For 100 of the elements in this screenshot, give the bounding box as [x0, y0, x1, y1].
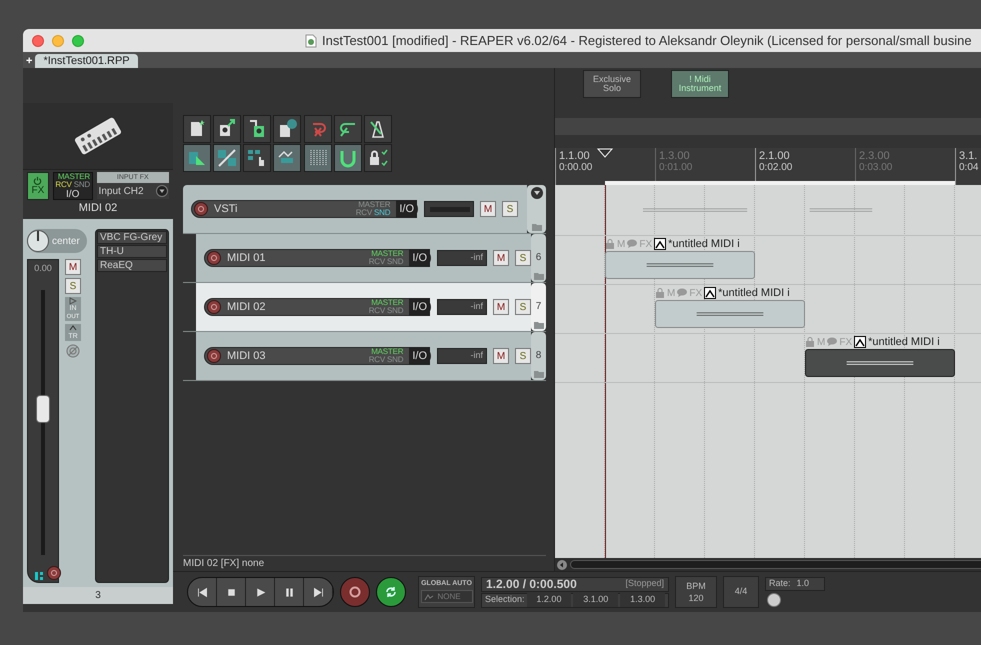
envelope-icon[interactable] [654, 238, 666, 250]
bar-label: 2.1.00 [759, 150, 790, 162]
new-tab-button[interactable]: + [23, 54, 36, 68]
rate-display[interactable]: Rate: 1.0 [765, 577, 825, 591]
routing-label: RCV [368, 307, 386, 315]
playhead-marker[interactable] [597, 148, 613, 158]
project-tab[interactable]: *InstTest001.RPP [35, 54, 138, 68]
scroll-left-icon[interactable] [557, 560, 567, 570]
time-label: 0:04 [959, 162, 978, 174]
mute-button[interactable]: M [480, 201, 496, 217]
volume-reading: 0.00 [34, 262, 52, 275]
lock-icon[interactable] [605, 239, 615, 249]
solo-button[interactable]: S [515, 299, 531, 315]
toolbar-button[interactable] [183, 144, 211, 172]
collapse-icon[interactable] [530, 187, 542, 199]
track-name[interactable]: VSTi [214, 200, 350, 218]
track-meter [424, 201, 474, 217]
play-state: [Stopped] [625, 577, 664, 590]
track-name[interactable]: MIDI 02 [227, 298, 363, 316]
envelope-icon[interactable] [704, 287, 716, 299]
rate-knob[interactable] [767, 593, 781, 607]
track-name[interactable]: MIDI 01 [227, 250, 363, 266]
solo-button[interactable]: S [502, 201, 518, 217]
repeat-button[interactable] [376, 577, 406, 607]
routing-label: MASTER [371, 348, 404, 356]
io-button[interactable]: I/O [409, 249, 430, 267]
meter-icon [35, 572, 43, 580]
mute-button[interactable]: M [493, 348, 509, 364]
routing-label: MASTER [58, 173, 90, 181]
track-panel[interactable]: MIDI 02 MASTER RCV SND I/O -inf M S [196, 283, 531, 331]
io-button[interactable]: I/O [409, 347, 430, 365]
time-signature-button[interactable]: 4/4 [723, 576, 759, 608]
track-name[interactable]: MIDI 03 [227, 348, 363, 364]
toolbar-button[interactable] [334, 115, 362, 143]
fader-thumb[interactable] [36, 394, 50, 423]
routing-label: SND [374, 209, 390, 217]
timeline-ruler[interactable]: 1.1.00 0:00.00 1.3.00 0:01.00 2.1.00 0:02.00 2.3.00 0:03.00 3.1. 0:04 [555, 148, 981, 185]
toggle-button[interactable]: ! Midi Instrument [671, 70, 729, 98]
mute-button[interactable]: M [493, 250, 509, 266]
midi-item[interactable] [805, 349, 955, 377]
io-label: I/O [66, 189, 80, 200]
window-title: InstTest001 [modified] - REAPER v6.02/64 - Registered to Aleksandr Oleynik (Licensed for personal/small busine [322, 32, 972, 50]
toolbar-button[interactable] [304, 144, 332, 172]
horizontal-scrollbar[interactable] [570, 560, 981, 569]
toolbar-button[interactable] [334, 144, 362, 172]
meter-reading: -inf [470, 349, 483, 362]
toolbar-button[interactable] [213, 144, 242, 172]
close-window-button[interactable] [32, 34, 44, 46]
track-number: 8 [536, 349, 542, 363]
track-panel[interactable]: MIDI 03 MASTER RCV SND I/O -inf M S [196, 332, 531, 380]
record-arm-button[interactable] [207, 251, 221, 265]
record-arm-button[interactable] [207, 349, 221, 363]
fx-button[interactable]: FX [27, 172, 49, 200]
repeat-icon [384, 585, 398, 599]
time-label: 0:02.00 [759, 162, 792, 174]
mute-button[interactable]: M [65, 259, 81, 275]
bar-label: 1.1.00 [559, 150, 590, 162]
envelope-icon [424, 592, 434, 600]
toggle-button[interactable]: Exclusive Solo [583, 70, 641, 98]
toolbar-button[interactable] [273, 144, 302, 172]
toolbar-button[interactable] [273, 115, 302, 143]
track-panel[interactable]: VSTi MASTER RCV SND I/O M S [183, 185, 527, 233]
envelope-icon[interactable] [854, 336, 866, 348]
solo-button[interactable]: S [65, 278, 81, 294]
toolbar-button[interactable] [243, 144, 272, 172]
record-arm-button[interactable] [47, 566, 61, 580]
routing-label: MASTER [358, 201, 390, 209]
folder-icon[interactable] [534, 321, 544, 329]
item-name[interactable]: *untitled MIDI i [668, 236, 740, 252]
routing-label: MASTER [371, 250, 404, 258]
track-number: 6 [536, 251, 542, 265]
toolbar-button[interactable] [213, 115, 242, 143]
fx-slot[interactable]: VBC FG-Grey [97, 231, 167, 244]
solo-button[interactable]: S [515, 348, 531, 364]
bar-label: 1.3.00 [659, 150, 690, 162]
fx-slot[interactable]: ReaEQ [97, 259, 167, 272]
io-button[interactable]: I/O [409, 298, 430, 316]
routing-label: MASTER [371, 299, 404, 307]
mute-button[interactable]: M [493, 299, 509, 315]
toolbar-button[interactable] [183, 115, 211, 143]
item-name[interactable]: *untitled MIDI i [868, 334, 940, 350]
record-arm-button[interactable] [207, 300, 221, 314]
io-button[interactable]: I/O [396, 200, 417, 218]
input-select[interactable]: Input CH2 [96, 183, 169, 199]
record-button[interactable] [340, 577, 370, 607]
tempo-display[interactable]: BPM 120 [675, 576, 717, 608]
arrange-area[interactable]: M FX *untitled MIDI i M FX *untitled MIDI i M FX *untitled MIDI i [555, 185, 981, 558]
meter-reading: -inf [470, 251, 483, 264]
routing-label: SND [74, 181, 90, 189]
solo-button[interactable]: S [515, 250, 531, 266]
routing-panel[interactable]: MASTER RCV SND I/O [52, 172, 93, 200]
record-arm-button[interactable] [194, 202, 208, 216]
toolbar-button[interactable] [364, 115, 392, 143]
item-name[interactable]: *untitled MIDI i [718, 284, 790, 302]
toolbar-button[interactable] [364, 144, 392, 172]
routing-label: RCV [368, 356, 386, 364]
track-panel[interactable]: MIDI 01 MASTER RCV SND I/O -inf M S [196, 234, 531, 282]
fx-slot[interactable]: TH-U [97, 245, 167, 258]
position-display[interactable]: 1.2.00 / 0:00.500 [Stopped] [481, 576, 669, 592]
toolbar-button[interactable] [243, 115, 272, 143]
